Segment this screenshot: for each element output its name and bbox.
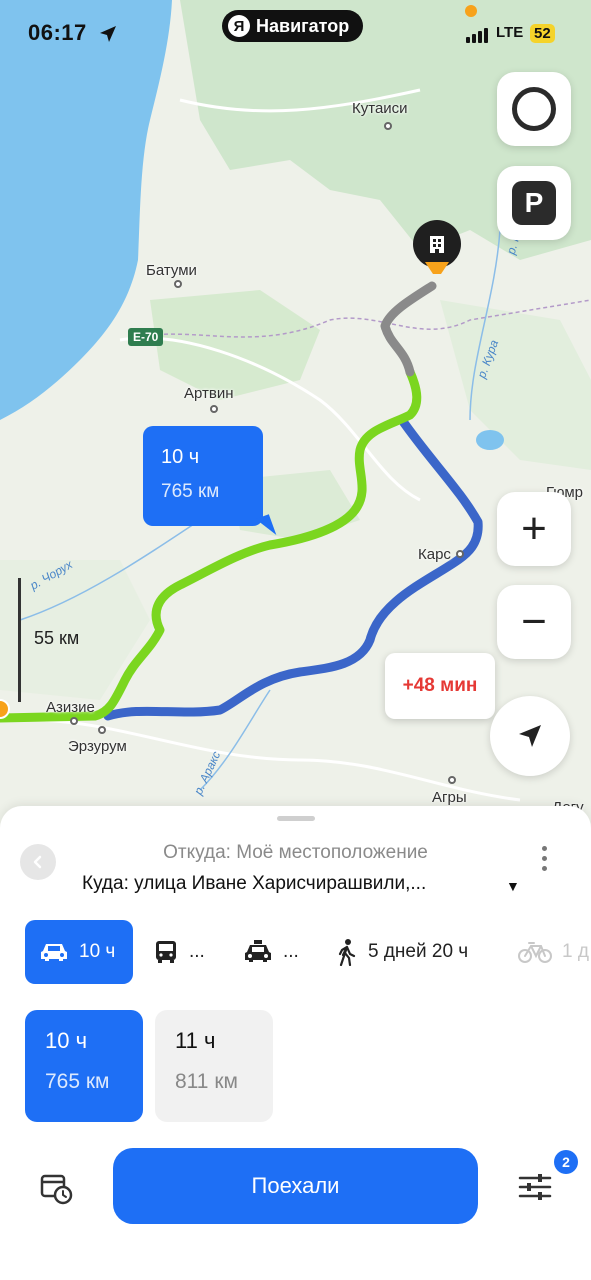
city-dot [448,776,456,784]
parking-icon: P [512,181,556,225]
mode-transit-time: ... [189,941,205,962]
parking-button[interactable]: P [497,166,571,240]
alice-icon [512,87,556,131]
start-navigation-button[interactable]: Поехали [113,1148,478,1224]
route-settings-icon[interactable] [518,1172,552,1202]
signal-icon [466,28,488,43]
schedule-icon[interactable] [40,1172,74,1206]
route-variant-card[interactable]: 10 ч 765 км [25,1010,143,1122]
settings-count-badge: 2 [554,1150,578,1174]
transport-mode-tabs: 10 ч ... ... 5 дней 20 ч 1 д [0,920,591,984]
mode-tab-car[interactable]: 10 ч [25,920,133,984]
city-dot [384,122,392,130]
map-view[interactable]: Кутаиси Батуми E-70 Артвин Карс Азизие Э… [0,0,591,830]
taxi-icon [245,940,271,962]
privacy-indicator [465,5,477,17]
variant-time: 10 ч [45,1028,88,1053]
city-dot [174,280,182,288]
route-duration-callout[interactable]: 10 ч 765 км [143,426,277,540]
route-bottom-sheet: Откуда: Моё местоположение Куда: улица И… [0,806,591,1280]
city-label-erzurum: Эрзурум [68,738,127,755]
city-label-kutaisi: Кутаиси [352,100,408,117]
zoom-in-button[interactable]: + [497,492,571,566]
route-from-field[interactable]: Откуда: Моё местоположение [0,842,591,864]
callout-distance: 765 км [161,481,220,502]
location-arrow-icon [100,26,116,42]
city-dot [98,726,106,734]
destination-pin-base [425,262,449,274]
app-indicator-label: Навигатор [256,15,350,36]
battery-indicator: 52 [530,24,555,43]
mode-tab-bike[interactable]: 1 д [518,920,589,984]
yandex-logo-icon: Я [228,15,250,37]
alice-button[interactable] [497,72,571,146]
more-options-icon[interactable] [542,846,547,871]
mode-car-time: 10 ч [79,941,116,962]
map-scale-label: 55 км [34,628,80,648]
bicycle-icon [518,942,552,963]
app-indicator-pill[interactable]: Я Навигатор [222,10,364,42]
mode-bike-time: 1 д [562,941,589,962]
walking-icon [338,939,356,966]
route-variant-card[interactable]: 11 ч 811 км [155,1010,273,1122]
navigation-arrow-icon [519,725,541,747]
destination-pin[interactable] [413,220,461,268]
variant-time: 11 ч [175,1028,216,1053]
minus-icon: − [521,597,547,646]
callout-time: 10 ч [161,446,200,468]
mode-tab-transit[interactable]: ... [153,920,205,984]
city-label-kars: Карс [418,546,451,563]
my-location-button[interactable] [490,696,570,776]
mode-walk-time: 5 дней 20 ч [368,941,469,962]
alt-route-callout[interactable]: +48 мин [385,653,495,719]
city-dot [456,550,464,558]
plus-icon: + [521,504,547,553]
mode-tab-taxi[interactable]: ... [243,920,299,984]
mode-tab-walk[interactable]: 5 дней 20 ч [336,920,468,984]
map-scale-bar [18,578,21,702]
sheet-grabber[interactable] [277,816,315,821]
city-label-agri: Агры [432,789,467,806]
building-icon [430,236,444,253]
road-badge: E-70 [128,328,164,346]
city-dot [210,405,218,413]
status-bar: 06:17 Я Навигатор LTE 52 [0,0,591,64]
mode-taxi-time: ... [283,941,299,962]
zoom-out-button[interactable]: − [497,585,571,659]
car-icon [41,944,67,961]
status-time: 06:17 [28,20,87,45]
city-label-azizie: Азизие [46,699,95,716]
city-dot [70,717,78,725]
bus-icon [156,941,176,963]
city-label-batumi: Батуми [146,262,197,279]
route-to-field[interactable]: Куда: улица Иване Харисчирашвили,... [82,873,426,895]
variant-distance: 811 км [175,1070,238,1093]
dropdown-caret-icon[interactable]: ▼ [506,878,520,894]
variant-distance: 765 км [45,1070,110,1093]
network-type: LTE [496,24,524,41]
city-label-artvin: Артвин [184,385,234,402]
